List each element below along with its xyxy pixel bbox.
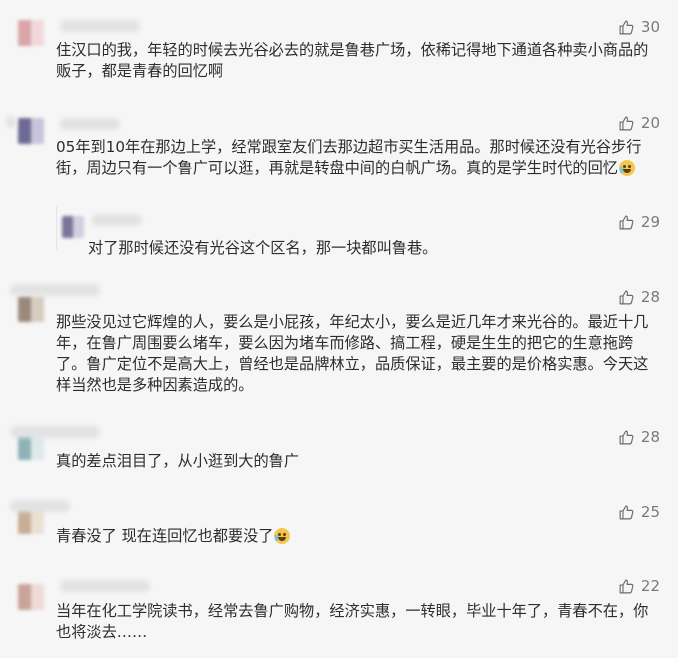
- like-count: 20: [640, 114, 660, 132]
- like-count: 28: [640, 288, 660, 306]
- like-count: 29: [640, 213, 660, 231]
- like-button[interactable]: 20: [618, 114, 660, 132]
- username-blurred[interactable]: [60, 118, 120, 130]
- reply-indent-line: [56, 206, 57, 250]
- username-blurred[interactable]: [6, 116, 16, 128]
- like-button[interactable]: 30: [618, 18, 660, 36]
- comment-text: 对了那时候还没有光谷这个区名，那一块都叫鲁巷。: [88, 239, 438, 257]
- username-blurred[interactable]: [60, 20, 140, 32]
- comment-text: 真的差点泪目了，从小逛到大的鲁广: [56, 452, 299, 470]
- crying-emoji-icon: [618, 160, 635, 176]
- thumbs-up-icon: [619, 290, 634, 304]
- thumbs-up-icon: [619, 20, 634, 34]
- comment-text: 青春没了 现在连回忆也都要没了: [56, 526, 656, 547]
- avatar[interactable]: [18, 296, 44, 322]
- avatar[interactable]: [18, 584, 44, 610]
- comment-text: 住汉口的我，年轻的时候去光谷必去的就是鲁巷广场，依稀记得地下通道各种卖小商品的贩…: [56, 41, 649, 80]
- like-button[interactable]: 29: [618, 213, 660, 231]
- like-count: 28: [640, 428, 660, 446]
- like-button[interactable]: 25: [618, 503, 660, 521]
- like-count: 22: [640, 577, 660, 595]
- username-blurred[interactable]: [10, 500, 70, 512]
- comment-text: 05年到10年在那边上学，经常跟室友们去那边超市买生活用品。那时候还没有光谷步行…: [56, 137, 656, 179]
- avatar[interactable]: [62, 216, 84, 238]
- avatar[interactable]: [18, 118, 44, 144]
- thumbs-up-icon: [619, 430, 634, 444]
- username-blurred[interactable]: [92, 214, 142, 226]
- avatar[interactable]: [18, 20, 44, 46]
- thumbs-up-icon: [619, 215, 634, 229]
- comment-text: 那些没见过它辉煌的人，要么是小屁孩，年纪太小，要么是近几年才来光谷的。最近十几年…: [56, 313, 649, 394]
- comment-text-body: 05年到10年在那边上学，经常跟室友们去那边超市买生活用品。那时候还没有光谷步行…: [56, 138, 642, 177]
- username-blurred[interactable]: [10, 284, 100, 296]
- like-button[interactable]: 28: [618, 428, 660, 446]
- comment-list: 30 住汉口的我，年轻的时候去光谷必去的就是鲁巷广场，依稀记得地下通道各种卖小商…: [0, 0, 678, 658]
- comment-text-body: 青春没了 现在连回忆也都要没了: [56, 527, 274, 545]
- username-blurred[interactable]: [60, 580, 150, 592]
- thumbs-up-icon: [619, 116, 634, 130]
- like-button[interactable]: 28: [618, 288, 660, 306]
- like-count: 25: [640, 503, 660, 521]
- username-blurred[interactable]: [10, 426, 100, 438]
- like-button[interactable]: 22: [618, 577, 660, 595]
- crying-emoji-icon: [274, 528, 291, 544]
- comment-text: 当年在化工学院读书，经常去鲁广购物，经济实惠，一转眼，毕业十年了，青春不在，你也…: [56, 602, 649, 641]
- like-count: 30: [640, 18, 660, 36]
- thumbs-up-icon: [619, 505, 634, 519]
- thumbs-up-icon: [619, 579, 634, 593]
